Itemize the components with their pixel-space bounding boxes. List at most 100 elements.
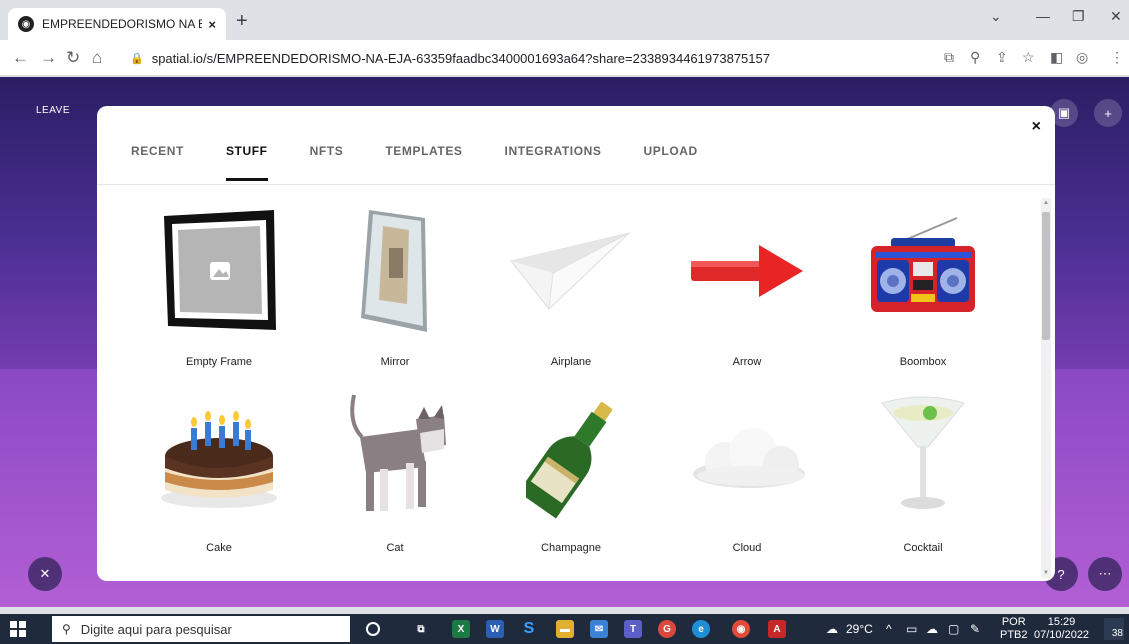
- home-button[interactable]: ⌂: [92, 48, 102, 68]
- stuff-grid: Empty Frame Mirror Airplane Arrow Boombo…: [131, 206, 1011, 564]
- item-mirror[interactable]: Mirror: [307, 206, 483, 378]
- sway-icon[interactable]: S: [520, 620, 538, 638]
- frame-icon: [154, 206, 284, 336]
- item-label: Empty Frame: [185, 356, 252, 368]
- more-options-icon[interactable]: ⋯: [1088, 557, 1122, 591]
- address-bar-row: ← → ↻ ⌂ 🔒 spatial.io/s/EMPREENDEDORISMO-…: [0, 40, 1129, 76]
- cortana-icon[interactable]: [366, 622, 380, 636]
- tab-stuff[interactable]: STUFF: [225, 144, 268, 181]
- chrome-icon[interactable]: ◉: [732, 620, 750, 638]
- chrome-profile-icon[interactable]: G: [658, 620, 676, 638]
- tabs-divider: [97, 184, 1055, 185]
- share-icon[interactable]: ⇪: [996, 49, 1008, 66]
- item-cocktail[interactable]: Cocktail: [835, 392, 1011, 564]
- item-label: Airplane: [550, 356, 592, 368]
- item-cloud[interactable]: Cloud: [659, 392, 835, 564]
- item-cake[interactable]: Cake: [131, 392, 307, 564]
- file-explorer-icon[interactable]: ▬: [556, 620, 574, 638]
- item-label: Arrow: [732, 356, 762, 368]
- task-view-icon[interactable]: ⧉: [412, 620, 430, 638]
- bookmark-star-icon[interactable]: ☆: [1022, 49, 1035, 66]
- leave-button[interactable]: LEAVE: [36, 105, 70, 116]
- clock-time: 15:29: [1047, 616, 1076, 628]
- restore-button[interactable]: ❐: [1072, 8, 1085, 25]
- weather-icon[interactable]: ☁: [826, 622, 838, 636]
- windows-taskbar: ⚲ Digite aqui para pesquisar ⧉ X W S ▬ ✉…: [0, 614, 1129, 644]
- translate-icon[interactable]: ⧉: [944, 49, 954, 66]
- item-label: Cloud: [732, 542, 762, 554]
- tab-title: EMPREENDEDORISMO NA EJA | S: [42, 17, 203, 31]
- extension-icon[interactable]: ◎: [1076, 49, 1088, 66]
- item-arrow[interactable]: Arrow: [659, 206, 835, 378]
- notification-center-icon[interactable]: 38: [1104, 618, 1124, 640]
- item-label: Mirror: [380, 356, 410, 368]
- side-panel-icon[interactable]: ◧: [1050, 49, 1063, 66]
- browser-menu-icon[interactable]: ⋮: [1110, 49, 1124, 66]
- tab-recent[interactable]: RECENT: [131, 144, 184, 181]
- item-cat[interactable]: Cat: [307, 392, 483, 564]
- champagne-icon: [506, 392, 636, 522]
- boombox-icon: [858, 206, 988, 336]
- item-label: Cocktail: [903, 542, 943, 554]
- edge-icon[interactable]: e: [692, 620, 710, 638]
- tab-close-button[interactable]: ×: [208, 17, 216, 32]
- new-tab-button[interactable]: +: [236, 11, 248, 31]
- search-placeholder: Digite aqui para pesquisar: [80, 621, 232, 637]
- tab-templates[interactable]: TEMPLATES: [385, 144, 462, 181]
- lock-icon: 🔒: [130, 52, 144, 65]
- modal-close-button[interactable]: ×: [1032, 118, 1041, 136]
- item-airplane[interactable]: Airplane: [483, 206, 659, 378]
- item-label: Champagne: [541, 542, 601, 554]
- window-close-button[interactable]: ✕: [1110, 8, 1122, 25]
- item-empty-frame[interactable]: Empty Frame: [131, 206, 307, 378]
- spatial-favicon-icon: ◉: [18, 16, 34, 32]
- weather-temp[interactable]: 29°C: [846, 622, 873, 636]
- system-clock[interactable]: 15:29 07/10/2022: [1034, 616, 1089, 642]
- browser-tab[interactable]: ◉ EMPREENDEDORISMO NA EJA | S ×: [8, 8, 226, 40]
- mic-muted-icon[interactable]: ✕: [28, 557, 62, 591]
- forward-button[interactable]: →: [40, 48, 57, 68]
- tab-upload[interactable]: UPLOAD: [644, 144, 698, 181]
- lang-layout: PTB2: [1000, 629, 1028, 641]
- cocktail-icon: [858, 392, 988, 522]
- invite-user-icon[interactable]: +: [1094, 99, 1122, 127]
- scroll-down-icon[interactable]: ▼: [1043, 570, 1049, 576]
- reload-button[interactable]: ↻: [66, 48, 80, 68]
- mirror-icon: [330, 206, 460, 336]
- search-icon: ⚲: [62, 622, 71, 636]
- teams-icon[interactable]: T: [624, 620, 642, 638]
- scroll-up-icon[interactable]: ▲: [1043, 200, 1049, 206]
- taskbar-search-field[interactable]: ⚲ Digite aqui para pesquisar: [52, 616, 350, 642]
- item-label: Cake: [206, 542, 232, 554]
- tab-search-chevron-icon[interactable]: ⌄: [990, 8, 1002, 25]
- back-button[interactable]: ←: [12, 48, 29, 68]
- arrow-icon: [682, 206, 812, 336]
- paper-airplane-icon: [506, 206, 636, 336]
- item-champagne[interactable]: Champagne: [483, 392, 659, 564]
- zoom-icon[interactable]: ⚲: [970, 49, 980, 66]
- item-label: Cat: [386, 542, 404, 554]
- windows-start-icon[interactable]: [10, 621, 26, 637]
- modal-tabs: RECENT STUFF NFTS TEMPLATES INTEGRATIONS…: [131, 144, 740, 181]
- tab-nfts[interactable]: NFTS: [310, 144, 344, 181]
- network-icon[interactable]: ▢: [948, 622, 959, 636]
- scrollbar-thumb[interactable]: [1042, 212, 1050, 340]
- modal-scrollbar[interactable]: ▲ ▼: [1041, 198, 1051, 578]
- mail-icon[interactable]: ✉: [590, 620, 608, 638]
- battery-icon[interactable]: ▭: [906, 622, 917, 636]
- clock-date: 07/10/2022: [1034, 629, 1090, 641]
- input-language[interactable]: POR PTB2: [1000, 616, 1028, 642]
- browser-tab-bar: ◉ EMPREENDEDORISMO NA EJA | S × + ⌄ — ❐ …: [0, 0, 1129, 40]
- url-field[interactable]: 🔒 spatial.io/s/EMPREENDEDORISMO-NA-EJA-6…: [130, 44, 990, 72]
- tray-chevron-icon[interactable]: ^: [886, 622, 892, 636]
- onedrive-icon[interactable]: ☁: [926, 622, 938, 636]
- item-boombox[interactable]: Boombox: [835, 206, 1011, 378]
- item-label: Boombox: [899, 356, 947, 368]
- minimize-button[interactable]: —: [1036, 8, 1050, 24]
- content-picker-modal: × RECENT STUFF NFTS TEMPLATES INTEGRATIO…: [97, 106, 1055, 581]
- word-icon[interactable]: W: [486, 620, 504, 638]
- tab-integrations[interactable]: INTEGRATIONS: [505, 144, 602, 181]
- pen-icon[interactable]: ✎: [970, 622, 980, 636]
- excel-icon[interactable]: X: [452, 620, 470, 638]
- acrobat-icon[interactable]: A: [768, 620, 786, 638]
